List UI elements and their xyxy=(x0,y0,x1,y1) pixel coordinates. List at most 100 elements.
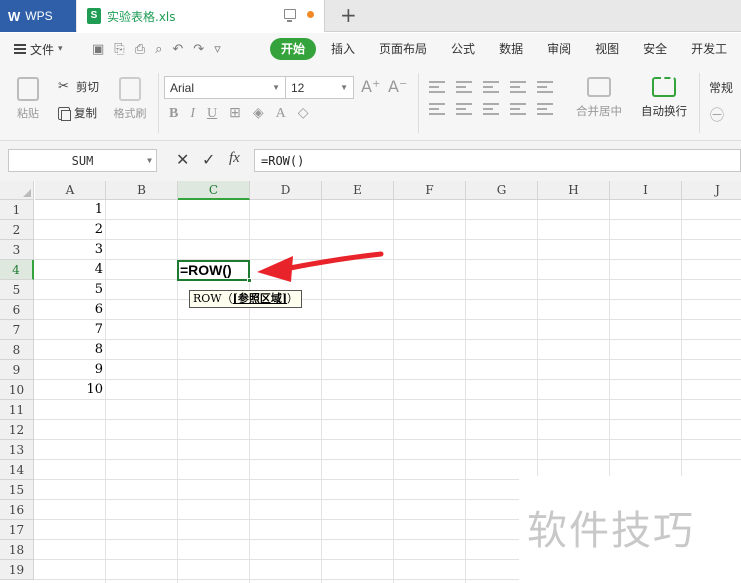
currency-icon[interactable]: ㊀ xyxy=(710,105,724,125)
cell-a4[interactable]: 4 xyxy=(35,260,103,280)
tab-review[interactable]: 审阅 xyxy=(535,38,583,60)
file-menu-button[interactable]: 文件 ▾ xyxy=(0,41,88,58)
tooltip-argument[interactable]: [参照区域] xyxy=(233,292,287,305)
font-color-icon[interactable]: A xyxy=(276,106,286,122)
font-name-select[interactable]: Arial ▼ xyxy=(164,76,286,99)
bold-icon[interactable]: B xyxy=(169,106,178,122)
column-header-b[interactable]: B xyxy=(106,181,178,200)
export-icon[interactable]: ⎘ xyxy=(114,42,124,57)
paste-button[interactable]: 粘贴 xyxy=(10,77,46,121)
distributed-icon[interactable] xyxy=(537,103,553,115)
print-preview-icon[interactable]: ⌕ xyxy=(155,42,162,57)
align-middle-icon[interactable] xyxy=(456,81,472,93)
column-header-f[interactable]: F xyxy=(394,181,466,200)
row-header-17[interactable]: 17 xyxy=(0,520,34,540)
cell-a10[interactable]: 10 xyxy=(35,380,103,400)
align-bottom-icon[interactable] xyxy=(483,81,499,93)
row-header-13[interactable]: 13 xyxy=(0,440,34,460)
clear-format-icon[interactable]: ◇ xyxy=(298,105,309,122)
tab-formulas[interactable]: 公式 xyxy=(439,38,487,60)
select-all-corner[interactable] xyxy=(0,181,34,200)
align-center-icon[interactable] xyxy=(456,103,472,115)
column-header-g[interactable]: G xyxy=(466,181,538,200)
row-header-8[interactable]: 8 xyxy=(0,340,34,360)
active-cell-c4[interactable]: =ROW() xyxy=(177,260,252,283)
format-painter-button[interactable]: 格式刷 xyxy=(109,77,151,121)
italic-icon[interactable]: I xyxy=(190,106,195,122)
tab-page-layout[interactable]: 页面布局 xyxy=(367,38,439,60)
merge-center-button[interactable]: 合并居中 xyxy=(568,77,630,119)
row-header-10[interactable]: 10 xyxy=(0,380,34,400)
print-icon[interactable]: ⎙ xyxy=(135,42,145,57)
wrap-text-button[interactable]: 自动换行 xyxy=(636,77,692,119)
cell-a3[interactable]: 3 xyxy=(35,240,103,260)
row-header-18[interactable]: 18 xyxy=(0,540,34,560)
justify-icon[interactable] xyxy=(510,103,526,115)
monitor-icon[interactable] xyxy=(284,9,296,22)
tab-home[interactable]: 开始 xyxy=(270,38,317,60)
row-header-7[interactable]: 7 xyxy=(0,320,34,340)
font-size-select[interactable]: 12 ▼ xyxy=(285,76,354,99)
indent-increase-icon[interactable] xyxy=(537,81,553,93)
cell-a2[interactable]: 2 xyxy=(35,220,103,240)
column-header-i[interactable]: I xyxy=(610,181,682,200)
column-header-h[interactable]: H xyxy=(538,181,610,200)
column-header-j[interactable]: J xyxy=(682,181,741,200)
tab-developer[interactable]: 开发工 xyxy=(679,38,739,60)
align-left-icon[interactable] xyxy=(429,103,445,115)
row-header-6[interactable]: 6 xyxy=(0,300,34,320)
decrease-font-icon[interactable]: A⁻ xyxy=(388,77,407,96)
cell-a6[interactable]: 6 xyxy=(35,300,103,320)
row-header-4[interactable]: 4 xyxy=(0,260,34,280)
confirm-formula-icon[interactable]: ✓ xyxy=(202,150,215,169)
column-header-e[interactable]: E xyxy=(322,181,394,200)
increase-font-icon[interactable]: A⁺ xyxy=(361,77,380,96)
indent-decrease-icon[interactable] xyxy=(510,81,526,93)
row-header-19[interactable]: 19 xyxy=(0,560,34,580)
grid-row-line xyxy=(34,359,741,360)
undo-icon[interactable]: ↶ xyxy=(172,42,183,57)
row-header-3[interactable]: 3 xyxy=(0,240,34,260)
copy-button[interactable]: 复制 xyxy=(58,105,97,121)
border-icon[interactable]: ⊞ xyxy=(229,105,241,122)
column-header-d[interactable]: D xyxy=(250,181,322,200)
column-header-c[interactable]: C xyxy=(178,181,250,200)
number-format-select[interactable]: 常规 xyxy=(704,76,741,99)
row-header-15[interactable]: 15 xyxy=(0,480,34,500)
row-header-2[interactable]: 2 xyxy=(0,220,34,240)
customize-chevron-icon[interactable]: ▿ xyxy=(214,42,221,57)
fill-color-icon[interactable]: ◈ xyxy=(253,105,264,122)
cell-a5[interactable]: 5 xyxy=(35,280,103,300)
cell-a9[interactable]: 9 xyxy=(35,360,103,380)
align-right-icon[interactable] xyxy=(483,103,499,115)
name-box[interactable]: SUM ▼ xyxy=(8,149,157,172)
cut-button[interactable]: ✂ 剪切 xyxy=(58,79,99,95)
column-header-a[interactable]: A xyxy=(35,181,106,200)
fill-handle[interactable] xyxy=(247,278,252,283)
row-header-14[interactable]: 14 xyxy=(0,460,34,480)
cell-a8[interactable]: 8 xyxy=(35,340,103,360)
unsaved-dot-icon xyxy=(307,11,314,18)
redo-icon[interactable]: ↷ xyxy=(193,42,204,57)
cell-a1[interactable]: 1 xyxy=(35,200,103,220)
align-top-icon[interactable] xyxy=(429,81,445,93)
row-header-12[interactable]: 12 xyxy=(0,420,34,440)
row-header-5[interactable]: 5 xyxy=(0,280,34,300)
row-header-1[interactable]: 1 xyxy=(0,200,34,220)
tab-data[interactable]: 数据 xyxy=(487,38,535,60)
cancel-formula-icon[interactable]: ✕ xyxy=(176,150,189,169)
tab-view[interactable]: 视图 xyxy=(583,38,631,60)
wps-home-tab[interactable]: W WPS xyxy=(0,0,76,32)
tab-security[interactable]: 安全 xyxy=(631,38,679,60)
formula-input[interactable]: =ROW() xyxy=(254,149,741,172)
row-header-11[interactable]: 11 xyxy=(0,400,34,420)
save-icon[interactable]: ▣ xyxy=(92,42,104,57)
underline-icon[interactable]: U xyxy=(207,106,217,122)
insert-function-icon[interactable]: fx xyxy=(229,150,240,167)
new-tab-plus-icon[interactable]: + xyxy=(340,3,357,27)
row-header-9[interactable]: 9 xyxy=(0,360,34,380)
tab-insert[interactable]: 插入 xyxy=(319,38,367,60)
cell-a7[interactable]: 7 xyxy=(35,320,103,340)
row-header-16[interactable]: 16 xyxy=(0,500,34,520)
spreadsheet-grid[interactable]: ABCDEFGHIJ 1 2 3 4 5 6 7 8 9 10 11 12 13 14 15 16 17 18 19… xyxy=(0,181,741,583)
